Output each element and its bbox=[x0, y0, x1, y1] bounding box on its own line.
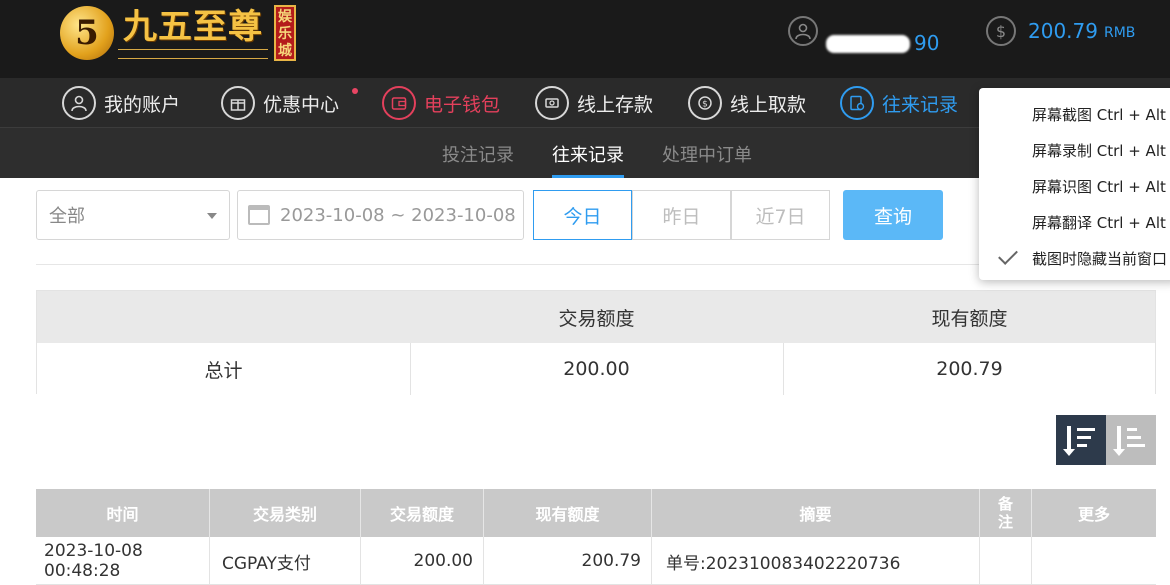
summary-label-total: 总计 bbox=[204, 359, 243, 382]
table-row[interactable]: 2023-10-08 00:48:28 CGPAY支付 200.00 200.7… bbox=[36, 537, 1156, 585]
col-balance: 现有额度 bbox=[484, 489, 652, 537]
last-7-days-button[interactable]: 近7日 bbox=[731, 190, 830, 240]
nav-e-wallet[interactable]: 电子钱包 bbox=[382, 86, 500, 120]
menu-item-screen-record[interactable]: 屏幕录制 Ctrl + Alt + bbox=[979, 132, 1170, 168]
nav-my-account[interactable]: 我的账户 bbox=[62, 86, 180, 120]
tab-transaction-records[interactable]: 往来记录 bbox=[552, 141, 624, 178]
col-amount: 交易额度 bbox=[361, 489, 484, 537]
nav-transaction-records[interactable]: 往来记录 bbox=[840, 86, 958, 120]
nav-promotions[interactable]: 优惠中心 bbox=[221, 86, 358, 120]
yesterday-button[interactable]: 昨日 bbox=[632, 190, 731, 240]
svg-text:$: $ bbox=[702, 100, 708, 110]
logo-emblem: 5 bbox=[60, 6, 114, 60]
user-account[interactable]: 90 bbox=[788, 14, 939, 55]
check-icon bbox=[998, 245, 1018, 265]
col-more: 更多 bbox=[1077, 505, 1110, 524]
tab-bet-records[interactable]: 投注记录 bbox=[442, 141, 514, 178]
col-type: 交易类别 bbox=[210, 489, 361, 537]
chevron-down-icon bbox=[207, 213, 217, 219]
calendar-icon bbox=[248, 205, 270, 225]
nav-online-withdraw[interactable]: $ 线上取款 bbox=[688, 86, 806, 120]
records-table: 时间 交易类别 交易额度 现有额度 摘要 备注 更多 2023-10-08 00… bbox=[36, 489, 1156, 585]
records-icon bbox=[840, 86, 874, 120]
col-summary: 摘要 bbox=[652, 489, 980, 537]
records-header: 时间 交易类别 交易额度 现有额度 摘要 备注 更多 bbox=[36, 489, 1156, 537]
sort-descending-icon bbox=[1063, 426, 1097, 456]
menu-item-screen-translate[interactable]: 屏幕翻译 Ctrl + Alt + bbox=[979, 204, 1170, 240]
col-time: 时间 bbox=[36, 489, 210, 537]
cell-summary: 单号:202310083402220736 bbox=[652, 537, 980, 585]
cell-note bbox=[980, 537, 1032, 585]
menu-item-screen-recognize[interactable]: 屏幕识图 Ctrl + Alt + bbox=[979, 168, 1170, 204]
summary-current-amount: 200.79 bbox=[936, 358, 1003, 380]
summary-header-trade-amount: 交易额度 bbox=[558, 307, 635, 330]
today-button[interactable]: 今日 bbox=[533, 190, 632, 240]
nav-online-deposit[interactable]: 线上存款 bbox=[535, 86, 653, 120]
summary-header-current-amount: 现有额度 bbox=[931, 307, 1008, 330]
cell-more[interactable] bbox=[1032, 537, 1156, 585]
logo-name: 九五至尊 bbox=[123, 7, 263, 47]
balance-value: 200.79 bbox=[1028, 19, 1098, 43]
balance-display: $ 200.79 RMB bbox=[986, 14, 1135, 48]
top-header: 5 九五至尊 娱乐城 90 $ 200.79 RMB bbox=[0, 0, 1170, 78]
user-icon bbox=[62, 86, 96, 120]
user-icon bbox=[788, 16, 818, 46]
withdraw-icon: $ bbox=[688, 86, 722, 120]
menu-item-hide-window[interactable]: 截图时隐藏当前窗口 bbox=[979, 240, 1170, 276]
cell-balance: 200.79 bbox=[484, 537, 652, 585]
screenshot-context-menu: 屏幕截图 Ctrl + Alt + 屏幕录制 Ctrl + Alt + 屏幕识图… bbox=[979, 88, 1170, 280]
cell-time: 2023-10-08 00:48:28 bbox=[36, 537, 210, 585]
logo-badge: 娱乐城 bbox=[274, 5, 296, 61]
logo-ornament bbox=[118, 49, 268, 59]
transaction-type-select[interactable]: 全部 bbox=[36, 190, 230, 240]
summary-table: 交易额度 现有额度 总计 200.00 200.79 bbox=[36, 290, 1156, 395]
redacted-name bbox=[826, 35, 910, 53]
sort-ascending-icon bbox=[1113, 426, 1147, 456]
tab-pending-orders[interactable]: 处理中订单 bbox=[662, 141, 752, 178]
site-logo[interactable]: 5 九五至尊 娱乐城 bbox=[60, 2, 296, 64]
gift-icon bbox=[221, 86, 255, 120]
date-range-picker[interactable]: 2023-10-08 ~ 2023-10-08 bbox=[237, 190, 524, 240]
summary-row: 总计 200.00 200.79 bbox=[37, 343, 1155, 395]
deposit-icon bbox=[535, 86, 569, 120]
col-note: 备注 bbox=[980, 489, 1032, 537]
wallet-icon bbox=[382, 86, 416, 120]
menu-item-screenshot[interactable]: 屏幕截图 Ctrl + Alt + bbox=[979, 96, 1170, 132]
notification-dot bbox=[352, 88, 358, 94]
sort-ascending-button[interactable] bbox=[1106, 415, 1156, 465]
query-button[interactable]: 查询 bbox=[843, 190, 943, 240]
summary-trade-amount: 200.00 bbox=[563, 358, 630, 380]
cell-type: CGPAY支付 bbox=[210, 537, 361, 585]
sort-descending-button[interactable] bbox=[1056, 415, 1106, 465]
dollar-icon: $ bbox=[986, 16, 1016, 46]
cell-amount: 200.00 bbox=[361, 537, 484, 585]
balance-currency: RMB bbox=[1103, 25, 1136, 41]
